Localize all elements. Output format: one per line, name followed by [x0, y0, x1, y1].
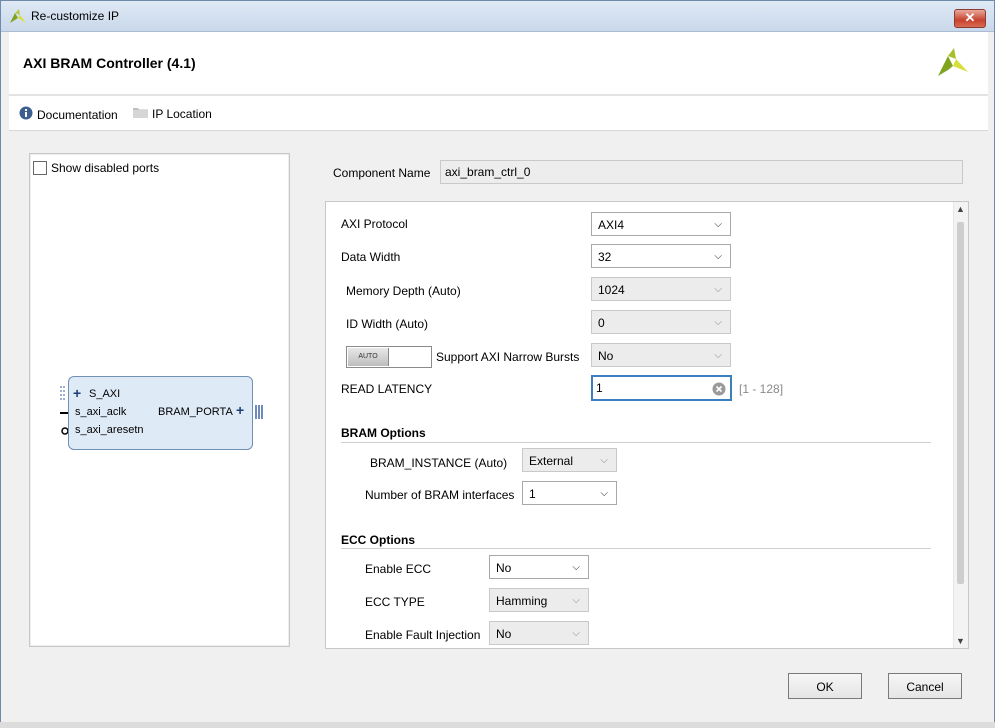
fault-injection-value: No: [496, 627, 512, 641]
bram-interfaces-value: 1: [529, 487, 536, 501]
read-latency-input[interactable]: 1: [591, 375, 732, 401]
ip-symbol-panel: Show disabled ports + S_AXI s_axi_aclk s…: [29, 153, 290, 647]
ok-button[interactable]: OK: [788, 673, 862, 699]
params-scrollbar[interactable]: ▲ ▼: [953, 202, 968, 648]
ip-block-symbol[interactable]: + S_AXI s_axi_aclk s_axi_aresetn BRAM_PO…: [68, 376, 253, 450]
narrow-bursts-select: No ⌵: [591, 343, 731, 367]
close-button[interactable]: ✕: [954, 9, 986, 28]
memory-depth-value: 1024: [598, 283, 625, 297]
fault-injection-label: Enable Fault Injection: [365, 628, 481, 642]
chevron-down-icon: ⌵: [572, 562, 580, 573]
memory-depth-label: Memory Depth (Auto): [346, 284, 461, 298]
component-name-label: Component Name: [333, 166, 431, 180]
axi-protocol-label: AXI Protocol: [341, 217, 408, 231]
show-disabled-ports-checkbox[interactable]: [33, 161, 47, 175]
ip-title: AXI BRAM Controller (4.1): [23, 55, 196, 71]
expand-bram-plus-icon[interactable]: +: [236, 402, 244, 418]
ecc-options-heading: ECC Options: [341, 533, 415, 547]
port-s-axi: S_AXI: [89, 388, 121, 400]
xilinx-brand-icon: [936, 46, 970, 83]
fault-injection-select: No ⌵: [489, 621, 589, 645]
main-content: Show disabled ports + S_AXI s_axi_aclk s…: [9, 131, 988, 651]
axi-protocol-select[interactable]: AXI4 ⌵: [591, 212, 731, 236]
chevron-down-icon: ⌵: [714, 317, 722, 328]
vivado-logo-icon: [10, 9, 26, 26]
read-latency-range: [1 - 128]: [739, 382, 784, 396]
memory-depth-select: 1024 ⌵: [591, 277, 731, 301]
window-title: Re-customize IP: [31, 9, 120, 23]
documentation-label: Documentation: [37, 107, 118, 122]
scroll-down-icon[interactable]: ▼: [956, 636, 965, 646]
enable-ecc-value: No: [496, 561, 512, 575]
scroll-up-icon[interactable]: ▲: [956, 204, 965, 214]
narrow-bursts-label: Support AXI Narrow Bursts: [436, 350, 580, 364]
id-width-select: 0 ⌵: [591, 310, 731, 334]
dialog-window: Re-customize IP ✕ AXI BRAM Controller (4…: [0, 0, 995, 728]
ecc-type-select: Hamming ⌵: [489, 588, 589, 612]
dialog-header: AXI BRAM Controller (4.1): [9, 32, 988, 96]
bram-instance-value: External: [529, 454, 574, 468]
title-bar[interactable]: Re-customize IP ✕: [1, 1, 994, 32]
chevron-down-icon: ⌵: [714, 350, 722, 361]
ip-location-label: IP Location: [152, 106, 212, 121]
read-latency-label: READ LATENCY: [341, 382, 433, 396]
expand-plus-icon[interactable]: +: [73, 385, 81, 401]
bram-bus-icon: [255, 405, 263, 419]
bram-instance-label: BRAM_INSTANCE (Auto): [370, 456, 508, 470]
toolbar: Documentation IP Location: [9, 96, 988, 131]
ip-location-link[interactable]: IP Location: [133, 106, 212, 121]
bram-interfaces-label: Number of BRAM interfaces: [365, 488, 515, 502]
cancel-button[interactable]: Cancel: [888, 673, 962, 699]
info-icon: [19, 106, 33, 123]
chevron-down-icon: ⌵: [600, 488, 608, 499]
component-name-field[interactable]: axi_bram_ctrl_0: [440, 160, 963, 184]
port-aclk: s_axi_aclk: [75, 406, 127, 418]
data-width-value: 32: [598, 250, 612, 264]
chevron-down-icon: ⌵: [572, 628, 580, 639]
narrow-bursts-value: No: [598, 349, 614, 363]
documentation-link[interactable]: Documentation: [19, 106, 118, 123]
ecc-type-label: ECC TYPE: [365, 595, 425, 609]
show-disabled-ports-label: Show disabled ports: [51, 161, 160, 175]
axi-protocol-value: AXI4: [598, 218, 625, 232]
id-width-label: ID Width (Auto): [346, 317, 429, 331]
chevron-down-icon: ⌵: [714, 251, 722, 262]
ecc-type-value: Hamming: [496, 594, 548, 608]
clear-icon[interactable]: [712, 381, 726, 403]
data-width-select[interactable]: 32 ⌵: [591, 244, 731, 268]
enable-ecc-label: Enable ECC: [365, 562, 432, 576]
chevron-down-icon: ⌵: [572, 595, 580, 606]
chevron-down-icon: ⌵: [600, 455, 608, 466]
background-strip: [0, 722, 995, 728]
bram-options-divider: [341, 442, 931, 443]
port-aresetn: s_axi_aresetn: [75, 424, 144, 436]
enable-ecc-select[interactable]: No ⌵: [489, 555, 589, 579]
ecc-options-divider: [341, 548, 931, 549]
chevron-down-icon: ⌵: [714, 219, 722, 230]
chevron-down-icon: ⌵: [714, 284, 722, 295]
read-latency-value: 1: [596, 381, 603, 395]
port-bram-porta: BRAM_PORTA: [158, 406, 233, 418]
bram-instance-select: External ⌵: [522, 448, 617, 472]
bram-interfaces-select[interactable]: 1 ⌵: [522, 481, 617, 505]
scrollbar-thumb[interactable]: [957, 222, 964, 584]
narrow-bursts-auto-toggle[interactable]: AUTO: [346, 346, 432, 368]
id-width-value: 0: [598, 316, 605, 330]
auto-toggle-knob: AUTO: [348, 348, 389, 366]
bram-options-heading: BRAM Options: [341, 426, 426, 440]
parameters-panel: AXI Protocol AXI4 ⌵ Data Width 32 ⌵ Memo…: [325, 201, 969, 649]
folder-icon: [133, 106, 148, 121]
data-width-label: Data Width: [341, 250, 401, 264]
